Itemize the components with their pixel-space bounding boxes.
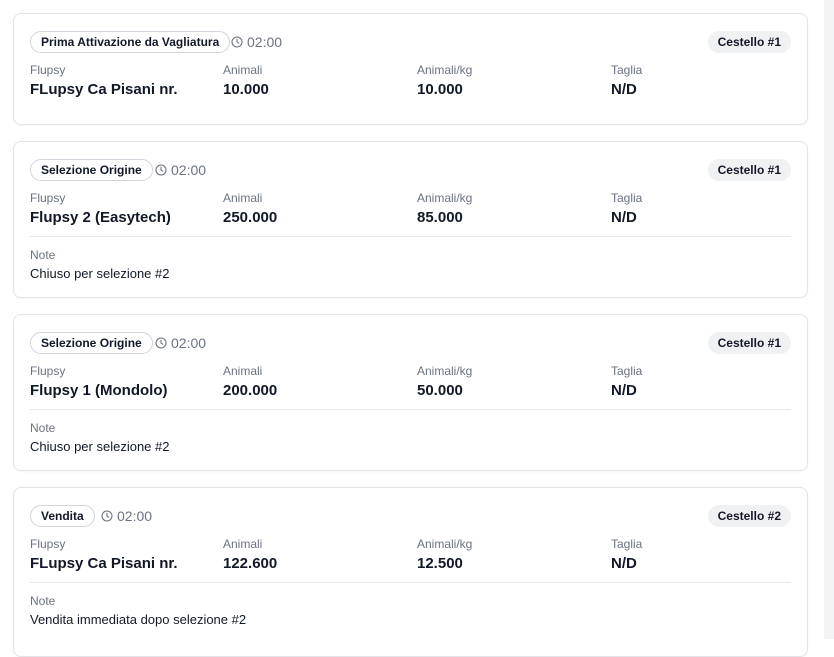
size-label: Taglia <box>611 191 643 205</box>
animals-per-kg-field: Animali/kg 10.000 <box>417 63 472 99</box>
size-field: Taglia N/D <box>611 364 642 400</box>
animals-value: 10.000 <box>223 81 269 98</box>
operation-time: 02:00 <box>101 507 152 525</box>
flupsy-field: Flupsy FLupsy Ca Pisani nr. <box>30 63 178 99</box>
size-value: N/D <box>611 81 637 98</box>
operation-time: 02:00 <box>155 161 206 179</box>
note-text: Chiuso per selezione #2 <box>30 266 170 281</box>
scrollbar[interactable] <box>824 0 834 639</box>
animals-label: Animali <box>223 364 263 378</box>
flupsy-label: Flupsy <box>30 63 66 77</box>
time-value: 02:00 <box>171 162 207 178</box>
size-label: Taglia <box>611 63 643 77</box>
operation-type-badge: Selezione Origine <box>30 159 153 181</box>
animals-per-kg-value: 85.000 <box>417 209 463 226</box>
time-value: 02:00 <box>171 335 207 351</box>
size-label: Taglia <box>611 537 643 551</box>
divider <box>30 582 791 583</box>
animals-per-kg-value: 50.000 <box>417 382 463 399</box>
flupsy-value: FLupsy Ca Pisani nr. <box>30 81 178 98</box>
animals-per-kg-label: Animali/kg <box>417 63 473 77</box>
basket-badge: Cestello #1 <box>707 332 791 354</box>
size-value: N/D <box>611 209 637 226</box>
note-section: Note Chiuso per selezione #2 <box>30 421 169 455</box>
time-value: 02:00 <box>117 508 153 524</box>
note-section: Note Chiuso per selezione #2 <box>30 248 169 282</box>
animals-field: Animali 10.000 <box>223 63 269 99</box>
note-label: Note <box>30 594 56 608</box>
animals-label: Animali <box>223 191 263 205</box>
operation-card[interactable]: Prima Attivazione da Vagliatura 02:00 Ce… <box>13 13 808 125</box>
note-text: Chiuso per selezione #2 <box>30 439 170 454</box>
animals-per-kg-value: 12.500 <box>417 555 463 572</box>
flupsy-value: Flupsy 2 (Easytech) <box>30 209 171 226</box>
animals-per-kg-label: Animali/kg <box>417 191 473 205</box>
basket-badge: Cestello #1 <box>707 159 791 181</box>
size-value: N/D <box>611 382 637 399</box>
animals-value: 122.600 <box>223 555 278 572</box>
flupsy-value: Flupsy 1 (Mondolo) <box>30 382 168 399</box>
operation-time: 02:00 <box>155 334 206 352</box>
animals-per-kg-label: Animali/kg <box>417 364 473 378</box>
size-field: Taglia N/D <box>611 537 642 573</box>
note-section: Note Vendita immediata dopo selezione #2 <box>30 594 246 628</box>
flupsy-label: Flupsy <box>30 537 66 551</box>
basket-badge: Cestello #2 <box>707 505 791 527</box>
flupsy-label: Flupsy <box>30 364 66 378</box>
size-label: Taglia <box>611 364 643 378</box>
note-label: Note <box>30 421 56 435</box>
animals-label: Animali <box>223 537 263 551</box>
flupsy-label: Flupsy <box>30 191 66 205</box>
flupsy-value: FLupsy Ca Pisani nr. <box>30 555 178 572</box>
operation-type-badge: Prima Attivazione da Vagliatura <box>30 31 231 53</box>
flupsy-field: Flupsy Flupsy 1 (Mondolo) <box>30 364 167 400</box>
basket-badge: Cestello #1 <box>707 31 791 53</box>
animals-field: Animali 200.000 <box>223 364 277 400</box>
animals-field: Animali 250.000 <box>223 191 277 227</box>
animals-per-kg-field: Animali/kg 50.000 <box>417 364 472 400</box>
size-field: Taglia N/D <box>611 191 642 227</box>
note-text: Vendita immediata dopo selezione #2 <box>30 612 247 627</box>
animals-per-kg-field: Animali/kg 85.000 <box>417 191 472 227</box>
divider <box>30 409 791 410</box>
operation-card[interactable]: Selezione Origine 02:00 Cestello #1 Flup… <box>13 141 808 298</box>
clock-icon <box>101 510 113 522</box>
clock-icon <box>155 164 167 176</box>
operation-time: 02:00 <box>231 33 282 51</box>
animals-value: 200.000 <box>223 382 278 399</box>
time-value: 02:00 <box>247 34 283 50</box>
note-label: Note <box>30 248 56 262</box>
operation-card[interactable]: Selezione Origine 02:00 Cestello #1 Flup… <box>13 314 808 471</box>
clock-icon <box>231 36 243 48</box>
divider <box>30 236 791 237</box>
size-value: N/D <box>611 555 637 572</box>
operation-card[interactable]: Vendita 02:00 Cestello #2 Flupsy FLupsy … <box>13 487 808 657</box>
clock-icon <box>155 337 167 349</box>
animals-label: Animali <box>223 63 263 77</box>
animals-per-kg-label: Animali/kg <box>417 537 473 551</box>
size-field: Taglia N/D <box>611 63 642 99</box>
animals-field: Animali 122.600 <box>223 537 277 573</box>
animals-per-kg-field: Animali/kg 12.500 <box>417 537 472 573</box>
operation-type-badge: Vendita <box>30 505 95 527</box>
flupsy-field: Flupsy Flupsy 2 (Easytech) <box>30 191 171 227</box>
operation-type-badge: Selezione Origine <box>30 332 153 354</box>
animals-per-kg-value: 10.000 <box>417 81 463 98</box>
animals-value: 250.000 <box>223 209 278 226</box>
flupsy-field: Flupsy FLupsy Ca Pisani nr. <box>30 537 178 573</box>
